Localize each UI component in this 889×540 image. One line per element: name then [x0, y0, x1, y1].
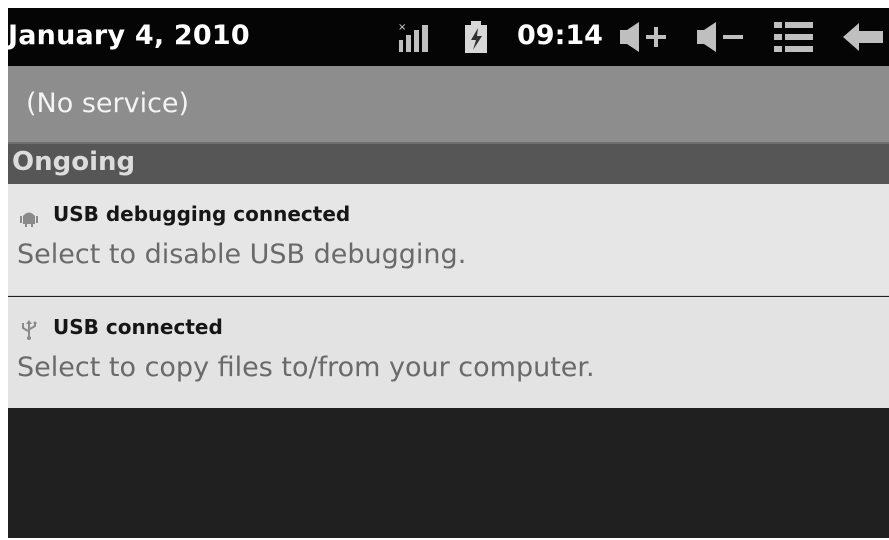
- volume-down-icon[interactable]: [696, 20, 744, 54]
- status-bar: January 4, 2010 × 09:14: [8, 8, 889, 66]
- battery-icon: [465, 21, 487, 53]
- service-header: (No service): [8, 66, 889, 144]
- notification-title: USB debugging connected: [53, 202, 351, 226]
- menu-icon[interactable]: [772, 20, 816, 54]
- notification-body: Select to disable USB debugging.: [17, 239, 467, 270]
- volume-up-icon[interactable]: [619, 20, 667, 54]
- back-icon[interactable]: [841, 20, 885, 54]
- status-time: 09:14: [517, 20, 603, 51]
- section-title: Ongoing: [12, 147, 136, 177]
- signal-icon: ×: [398, 22, 428, 52]
- service-status: (No service): [26, 88, 190, 119]
- svg-text:×: ×: [398, 22, 406, 33]
- notification-title: USB connected: [53, 315, 223, 339]
- notification-shade: January 4, 2010 × 09:14 (No service) Ong…: [8, 8, 889, 538]
- ongoing-section-header: Ongoing: [8, 144, 889, 184]
- empty-notification-area: [8, 408, 889, 538]
- android-debug-icon: [20, 212, 38, 227]
- usb-connected-notification[interactable]: USB connected Select to copy files to/fr…: [8, 297, 889, 408]
- notification-body: Select to copy files to/from your comput…: [17, 352, 595, 383]
- usb-debugging-notification[interactable]: USB debugging connected Select to disabl…: [8, 184, 889, 296]
- status-date: January 4, 2010: [8, 20, 250, 51]
- usb-icon: [22, 320, 37, 340]
